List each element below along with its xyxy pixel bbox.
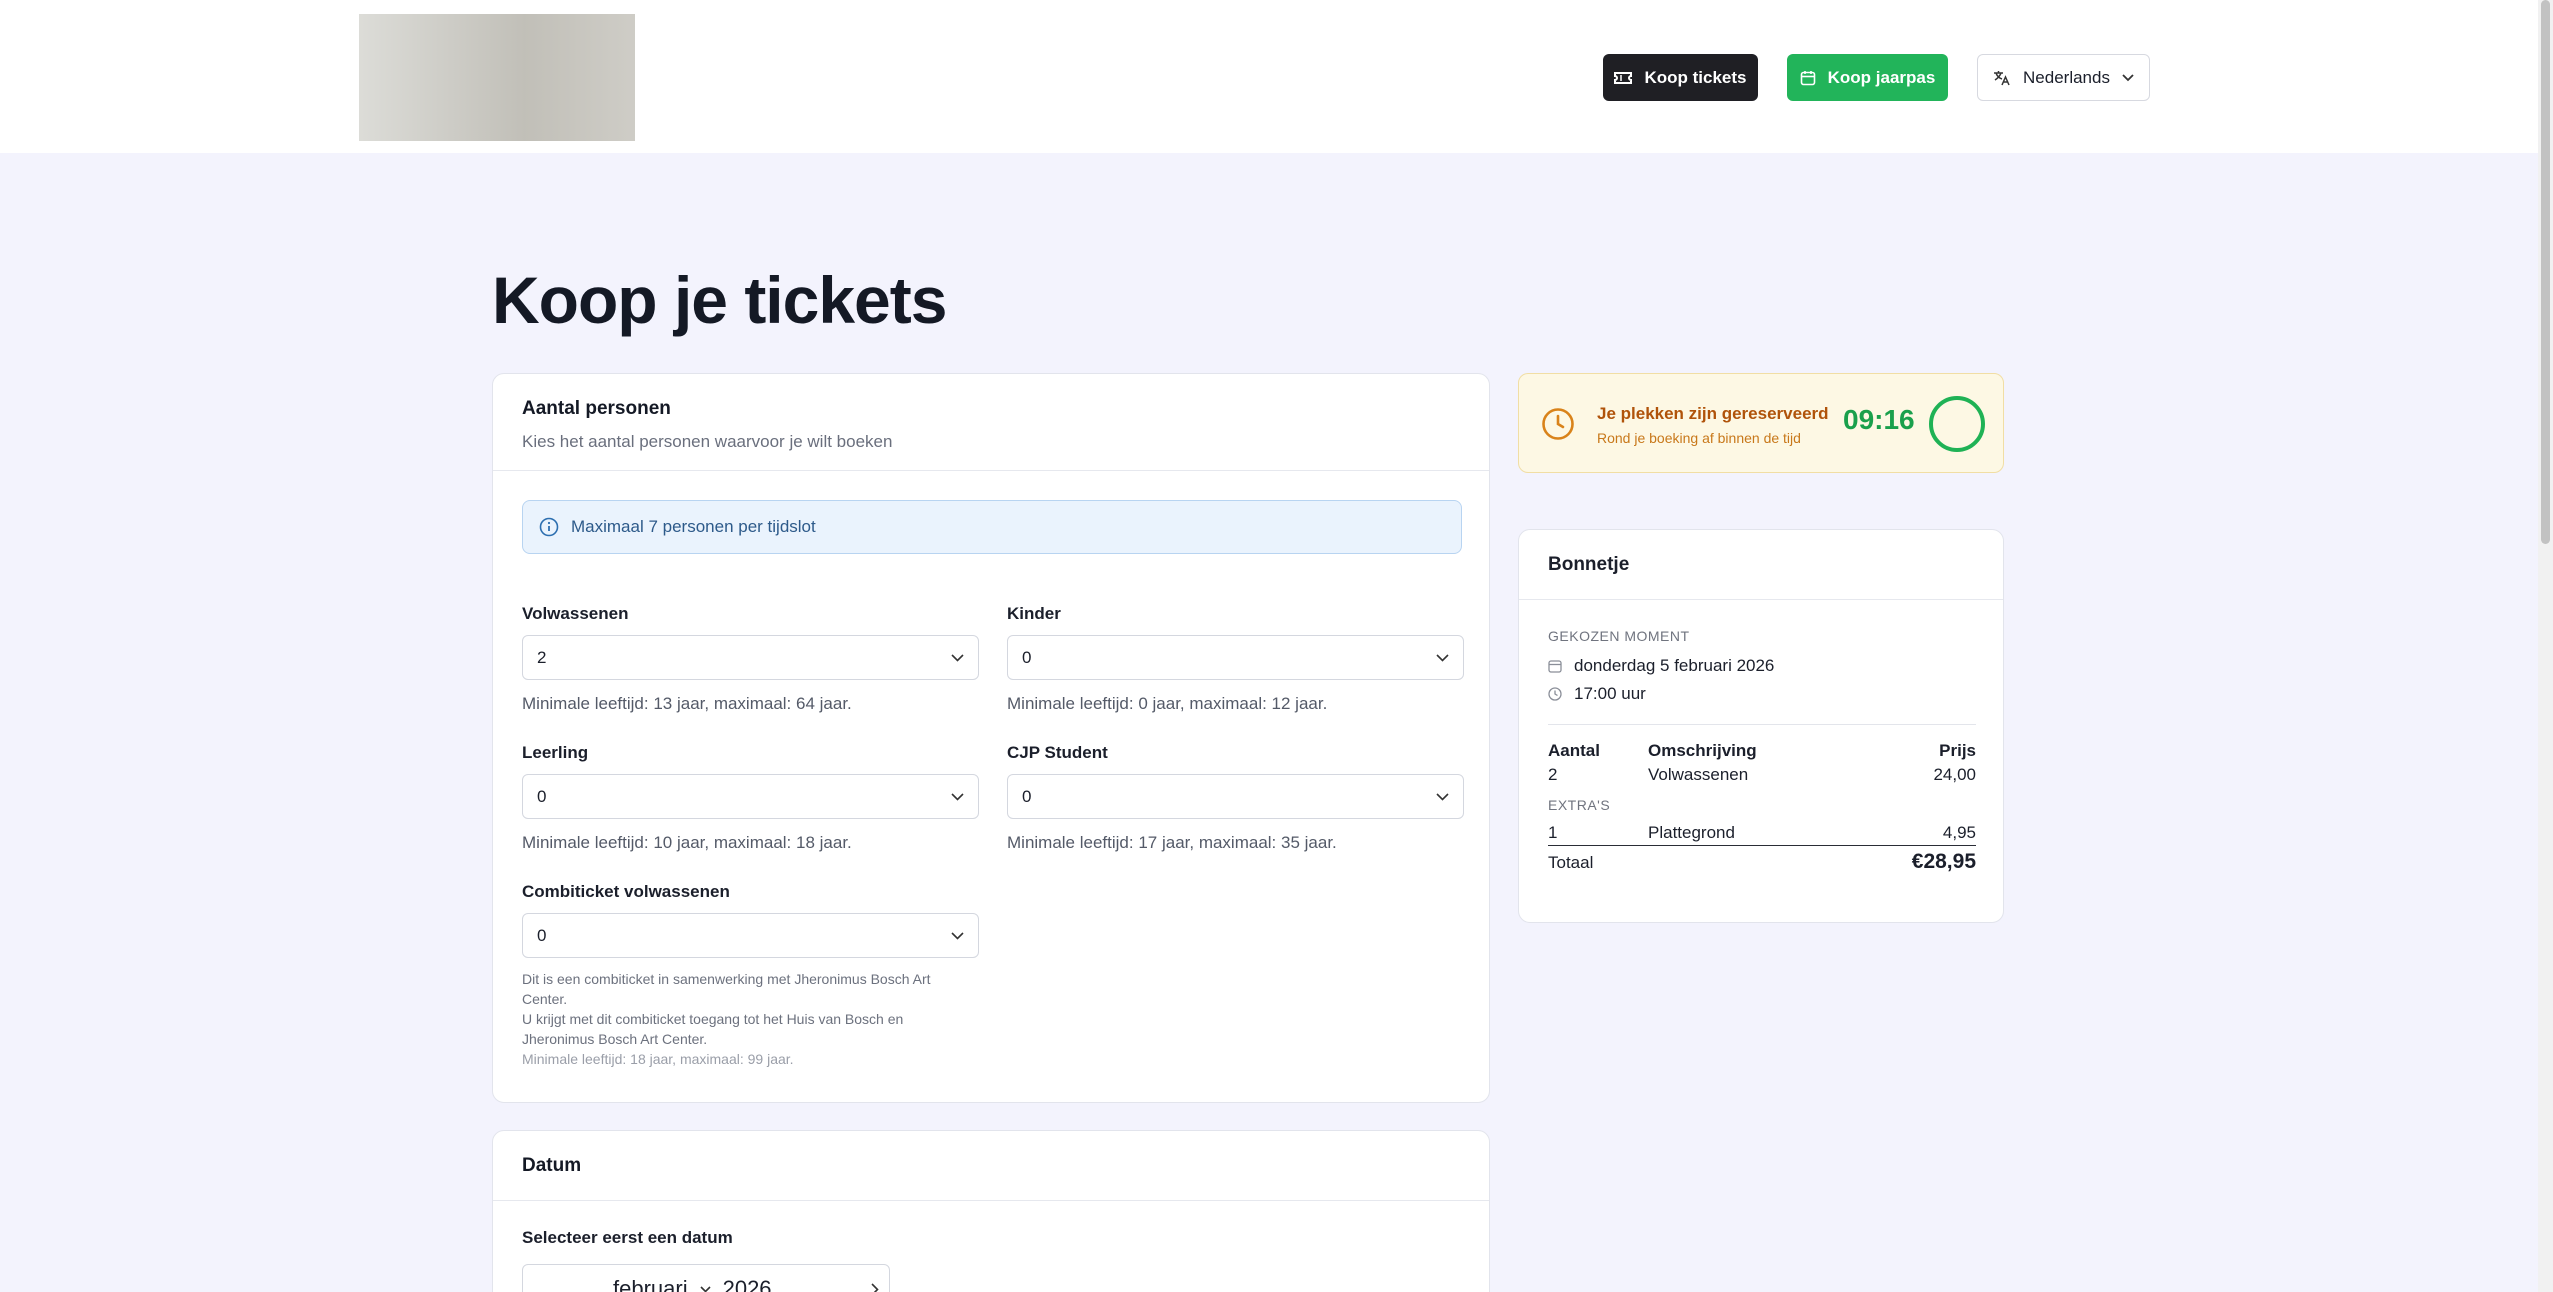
combi-ticket-note-1: Dit is een combiticket in samenwerking m… bbox=[522, 971, 931, 1007]
chevron-down-icon bbox=[951, 931, 964, 940]
persons-card: Aantal personen Kies het aantal personen… bbox=[492, 373, 1490, 1103]
total-value: €28,95 bbox=[1911, 850, 1976, 873]
buy-annual-pass-label: Koop jaarpas bbox=[1827, 67, 1936, 87]
children-label: Kinder bbox=[1007, 604, 1061, 623]
timer-countdown: 09:16 bbox=[1843, 404, 1915, 435]
receipt-total-row: Totaal €28,95 bbox=[1548, 850, 1976, 874]
children-select[interactable]: 0 bbox=[1007, 635, 1464, 680]
receipt-title: Bonnetje bbox=[1519, 530, 2003, 600]
page-scrollbar[interactable] bbox=[2538, 0, 2553, 1292]
max-persons-text: Maximaal 7 personen per tijdslot bbox=[571, 517, 816, 536]
col-desc: Omschrijving bbox=[1648, 741, 1757, 760]
receipt-body: GEKOZEN MOMENT donderdag 5 februari 2026… bbox=[1548, 600, 1976, 874]
pupil-hint: Minimale leeftijd: 10 jaar, maximaal: 18… bbox=[522, 833, 852, 852]
chevron-down-icon bbox=[951, 653, 964, 662]
table-row: 2 Volwassenen 24,00 bbox=[1548, 765, 1976, 785]
site-header: Koop tickets Koop jaarpas Nederlands bbox=[0, 0, 2538, 153]
receipt-date-row: donderdag 5 februari 2026 bbox=[1548, 656, 1976, 676]
row-desc: Volwassenen bbox=[1648, 765, 1749, 784]
timer-subtitle: Rond je boeking af binnen de tijd bbox=[1597, 430, 1801, 446]
year-select[interactable]: 2026 bbox=[723, 1276, 772, 1292]
reservation-timer: Je plekken zijn gereserveerd Rond je boe… bbox=[1518, 373, 2004, 473]
chevron-down-icon bbox=[1436, 792, 1449, 801]
page-title: Koop je tickets bbox=[492, 263, 947, 337]
row-qty: 2 bbox=[1548, 765, 1558, 784]
info-icon bbox=[539, 517, 559, 537]
adults-field: Volwassenen 2 Minimale leeftijd: 13 jaar… bbox=[522, 604, 979, 714]
date-prompt: Selecteer eerst een datum bbox=[522, 1228, 733, 1247]
receipt-time: 17:00 uur bbox=[1574, 684, 1646, 703]
buy-annual-pass-button[interactable]: Koop jaarpas bbox=[1787, 54, 1948, 101]
max-persons-notice: Maximaal 7 personen per tijdslot bbox=[522, 500, 1462, 554]
adults-hint: Minimale leeftijd: 13 jaar, maximaal: 64… bbox=[522, 694, 852, 713]
clock-icon bbox=[1548, 687, 1562, 701]
chevron-down-icon bbox=[951, 792, 964, 801]
extra-qty: 1 bbox=[1548, 823, 1558, 842]
chevron-down-icon bbox=[2122, 73, 2134, 81]
cjp-student-value: 0 bbox=[1022, 786, 1032, 806]
col-qty: Aantal bbox=[1548, 741, 1600, 760]
combi-ticket-label: Combiticket volwassenen bbox=[522, 882, 730, 901]
date-title: Datum bbox=[522, 1155, 582, 1176]
date-card: Datum Selecteer eerst een datum februari… bbox=[492, 1130, 1490, 1292]
ticket-icon bbox=[1614, 71, 1633, 84]
combi-ticket-hint: Minimale leeftijd: 18 jaar, maximaal: 99… bbox=[522, 1051, 794, 1067]
cjp-student-field: CJP Student 0 Minimale leeftijd: 17 jaar… bbox=[1007, 743, 1464, 853]
adults-label: Volwassenen bbox=[522, 604, 629, 623]
month-select[interactable]: februari bbox=[613, 1276, 688, 1292]
children-hint: Minimale leeftijd: 0 jaar, maximaal: 12 … bbox=[1007, 694, 1328, 713]
clock-icon bbox=[1542, 408, 1574, 440]
site-logo[interactable] bbox=[359, 14, 635, 141]
table-row: 1 Plattegrond 4,95 bbox=[1548, 823, 1976, 846]
persons-title: Aantal personen bbox=[522, 398, 671, 419]
total-label: Totaal bbox=[1548, 853, 1594, 872]
date-card-header: Datum bbox=[493, 1131, 1489, 1201]
col-price: Prijs bbox=[1939, 741, 1976, 760]
pupil-field: Leerling 0 Minimale leeftijd: 10 jaar, m… bbox=[522, 743, 979, 853]
children-value: 0 bbox=[1022, 647, 1032, 667]
combi-ticket-value: 0 bbox=[537, 925, 547, 945]
combi-ticket-note-2: U krijgt met dit combiticket toegang tot… bbox=[522, 1011, 904, 1047]
persons-card-header: Aantal personen Kies het aantal personen… bbox=[493, 374, 1489, 471]
scrollbar-thumb[interactable] bbox=[2541, 0, 2550, 544]
receipt-date: donderdag 5 februari 2026 bbox=[1574, 656, 1775, 675]
receipt-card: Bonnetje GEKOZEN MOMENT donderdag 5 febr… bbox=[1518, 529, 2004, 923]
pupil-select[interactable]: 0 bbox=[522, 774, 979, 819]
calendar-icon bbox=[1548, 660, 1562, 673]
receipt-table-header: Aantal Omschrijving Prijs bbox=[1548, 741, 1976, 761]
cjp-student-select[interactable]: 0 bbox=[1007, 774, 1464, 819]
adults-select[interactable]: 2 bbox=[522, 635, 979, 680]
extra-price: 4,95 bbox=[1942, 823, 1976, 842]
cjp-student-label: CJP Student bbox=[1007, 743, 1108, 762]
combi-ticket-field: Combiticket volwassenen 0 Dit is een com… bbox=[522, 882, 979, 1069]
buy-tickets-label: Koop tickets bbox=[1644, 67, 1747, 87]
extras-caption: EXTRA'S bbox=[1548, 797, 1611, 813]
children-field: Kinder 0 Minimale leeftijd: 0 jaar, maxi… bbox=[1007, 604, 1464, 714]
language-selector[interactable]: Nederlands bbox=[1977, 54, 2150, 101]
combi-ticket-select[interactable]: 0 bbox=[522, 913, 979, 958]
receipt-table: Aantal Omschrijving Prijs 2 Volwassenen … bbox=[1548, 741, 1976, 874]
chevron-right-icon[interactable] bbox=[871, 1283, 879, 1292]
translate-icon bbox=[1994, 70, 2010, 85]
language-label: Nederlands bbox=[2023, 67, 2110, 87]
row-price: 24,00 bbox=[1933, 765, 1976, 784]
chevron-down-icon bbox=[1436, 653, 1449, 662]
pupil-label: Leerling bbox=[522, 743, 589, 762]
chosen-moment-caption: GEKOZEN MOMENT bbox=[1548, 628, 1690, 644]
extra-desc: Plattegrond bbox=[1648, 823, 1735, 842]
month-year-picker[interactable]: februari 2026 bbox=[522, 1264, 890, 1292]
receipt-time-row: 17:00 uur bbox=[1548, 684, 1976, 704]
cjp-student-hint: Minimale leeftijd: 17 jaar, maximaal: 35… bbox=[1007, 833, 1337, 852]
persons-subtitle: Kies het aantal personen waarvoor je wil… bbox=[522, 432, 893, 451]
calendar-icon bbox=[1800, 70, 1815, 85]
pupil-value: 0 bbox=[537, 786, 547, 806]
timer-title: Je plekken zijn gereserveerd bbox=[1597, 404, 1829, 423]
countdown-ring-icon bbox=[1929, 396, 1985, 452]
buy-tickets-button[interactable]: Koop tickets bbox=[1603, 54, 1758, 101]
chevron-down-icon bbox=[700, 1285, 711, 1292]
adults-value: 2 bbox=[537, 647, 547, 667]
